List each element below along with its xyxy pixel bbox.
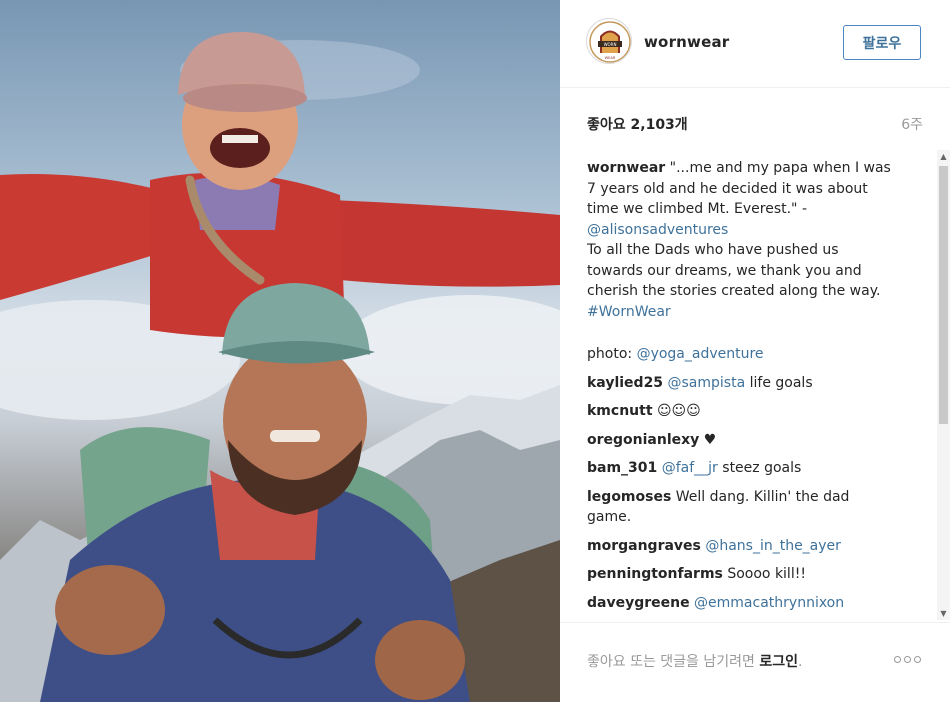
post-author-username[interactable]: wornwear xyxy=(644,33,729,51)
comments-list: wornwear "...me and my papa when I was 7… xyxy=(587,158,923,616)
post-caption: wornwear "...me and my papa when I was 7… xyxy=(587,158,923,322)
comment-item: penningtonfarms Soooo kill!! xyxy=(587,564,923,585)
comment-item: bam_301 @faf__jr steez goals xyxy=(587,458,923,479)
post-details-panel: WORN WEAR wornwear 팔로우 좋아요 2,103개 6주 wor… xyxy=(560,0,950,702)
comment-item: legomoses Well dang. Killin' the dad gam… xyxy=(587,487,923,528)
more-options-icon[interactable] xyxy=(894,653,924,667)
comment-item: kaylied25 @sampista life goals xyxy=(587,373,923,394)
caption-text: time we climbed Mt. Everest." - xyxy=(587,201,807,217)
comment-text: Well dang. Killin' the dad xyxy=(671,488,850,505)
comment-item: kmcnutt ☺☺☺ xyxy=(587,401,923,422)
login-prompt-period: . xyxy=(798,654,803,670)
comment-username[interactable]: daveygreene xyxy=(587,595,690,611)
login-link[interactable]: 로그인 xyxy=(759,654,798,670)
post-footer: 좋아요 또는 댓글을 남기려면 로그인. xyxy=(560,622,950,702)
dot xyxy=(914,656,921,663)
scroll-down-arrow-icon[interactable]: ▼ xyxy=(937,607,950,620)
dot xyxy=(894,656,901,663)
caption-text: 7 years old and he decided it was about xyxy=(587,180,868,197)
comment-username[interactable]: morgangraves xyxy=(587,538,701,554)
likes-count[interactable]: 좋아요 2,103개 xyxy=(587,114,688,134)
comment-item: oregonianlexy ♥ xyxy=(587,430,923,451)
caption-text: cherish the stories created along the wa… xyxy=(587,283,881,299)
comment-item: morgangraves @hans_in_the_ayer xyxy=(587,536,923,557)
comment-username[interactable]: legomoses xyxy=(587,489,671,505)
comment-username[interactable]: oregonianlexy xyxy=(587,432,699,448)
comment-text: steez goals xyxy=(717,460,802,476)
comment-username[interactable]: bam_301 xyxy=(587,460,657,476)
comment-mention-link[interactable]: @yoga_adventure xyxy=(637,346,764,362)
scrollbar-thumb[interactable] xyxy=(939,166,948,424)
comment-mention-link[interactable]: @hans_in_the_ayer xyxy=(705,538,841,554)
post-timestamp[interactable]: 6주 xyxy=(901,114,923,134)
post-photo xyxy=(0,0,560,702)
post-stats: 좋아요 2,103개 6주 xyxy=(587,114,923,134)
svg-text:WEAR: WEAR xyxy=(605,56,616,60)
wornwear-logo-icon: WORN WEAR xyxy=(589,21,631,63)
caption-text: "...me and my papa when I was xyxy=(669,160,891,176)
comment-username[interactable]: penningtonfarms xyxy=(587,566,723,582)
comment-text: life goals xyxy=(745,374,813,391)
comment-mention-link[interactable]: @sampista xyxy=(668,375,746,391)
scroll-up-arrow-icon[interactable]: ▲ xyxy=(937,150,950,163)
comment-mention-link[interactable]: @emmacathrynnixon xyxy=(694,595,844,611)
follow-button[interactable]: 팔로우 xyxy=(843,25,921,60)
caption-text: To all the Dads who have pushed us xyxy=(587,242,839,258)
login-prompt-text: 좋아요 또는 댓글을 남기려면 xyxy=(587,654,760,670)
comment-item: photo: @yoga_adventure xyxy=(587,344,923,365)
dot xyxy=(904,656,911,663)
comment-text: ♥ xyxy=(699,431,717,448)
comment-label: photo: xyxy=(587,346,633,362)
comment-mention-link[interactable]: @faf__jr xyxy=(662,460,718,476)
caption-mention-link[interactable]: @alisonsadventures xyxy=(587,220,923,241)
comment-text: game. xyxy=(587,509,632,525)
comment-text: Soooo kill!! xyxy=(722,566,806,582)
comment-text: ☺☺☺ xyxy=(652,403,701,419)
login-prompt: 좋아요 또는 댓글을 남기려면 로그인. xyxy=(587,651,802,671)
avatar[interactable]: WORN WEAR xyxy=(586,18,632,64)
caption-username[interactable]: wornwear xyxy=(587,160,665,176)
comment-item: daveygreene @emmacathrynnixon xyxy=(587,593,923,614)
caption-text: towards our dreams, we thank you and xyxy=(587,262,862,279)
hashtag-link[interactable]: #WornWear xyxy=(587,302,923,323)
post-header: WORN WEAR wornwear 팔로우 xyxy=(560,0,950,88)
comments-scrollbar[interactable]: ▲ ▼ xyxy=(937,150,950,620)
svg-text:WORN: WORN xyxy=(604,42,617,47)
comment-username[interactable]: kmcnutt xyxy=(587,403,653,419)
comment-username[interactable]: kaylied25 xyxy=(587,375,663,391)
